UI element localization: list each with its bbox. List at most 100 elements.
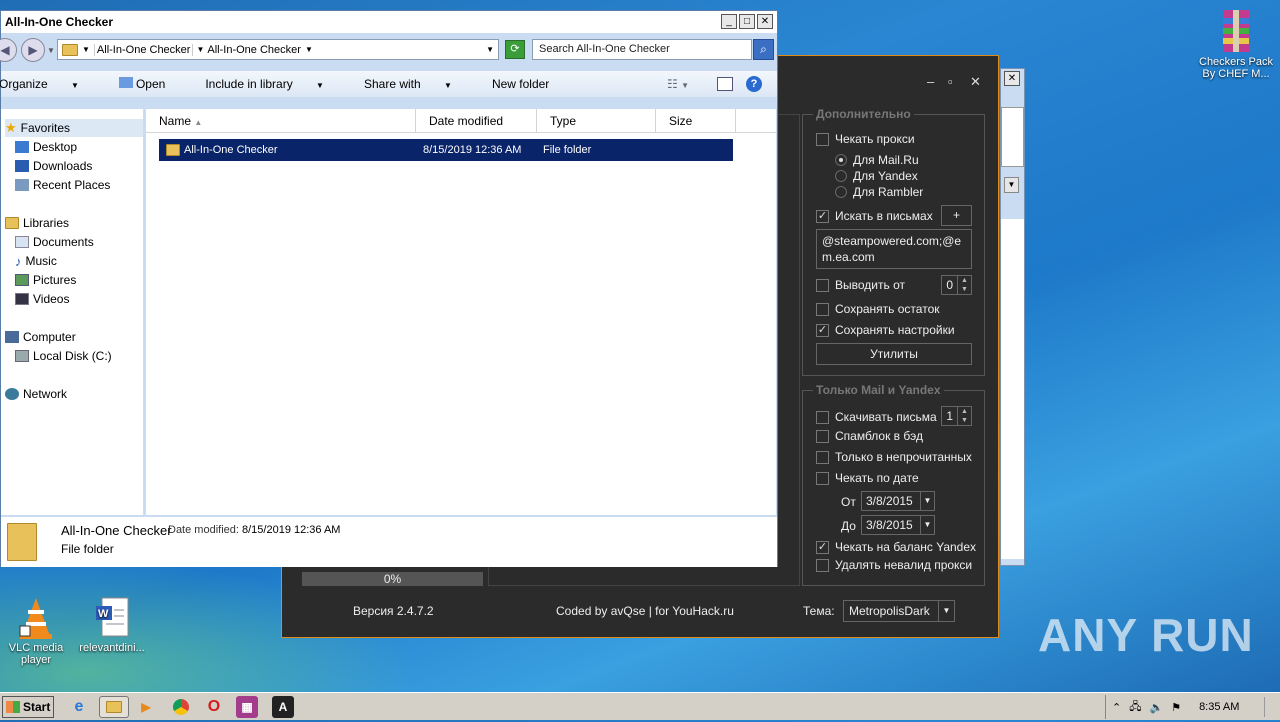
checkbox[interactable]	[816, 450, 829, 464]
output-from-stepper[interactable]: 0 ▲ ▼	[941, 275, 972, 295]
table-row[interactable]: All-In-One Checker 8/15/2019 12:36 AM Fi…	[159, 139, 733, 161]
volume-icon[interactable]: 🔈	[1149, 701, 1163, 714]
include-in-library-button[interactable]: Include in library ▼	[205, 77, 344, 91]
close-button[interactable]: ✕	[757, 14, 773, 29]
nav-network[interactable]: Network	[5, 385, 67, 403]
chevron-down-icon[interactable]: ▼	[920, 492, 934, 510]
checkbox[interactable]	[816, 278, 829, 292]
help-icon[interactable]: ?	[746, 76, 762, 92]
explorer-taskbar-button[interactable]	[99, 696, 129, 718]
checkmark-icon[interactable]: ✓	[816, 540, 829, 554]
checkbox[interactable]	[816, 429, 829, 443]
internet-explorer-icon[interactable]: e	[68, 696, 90, 718]
chevron-down-icon[interactable]: ▼	[938, 601, 954, 621]
checkbox[interactable]	[816, 302, 829, 316]
refresh-icon[interactable]: ⟳	[505, 40, 525, 59]
nav-downloads[interactable]: Downloads	[15, 157, 92, 175]
column-header-date[interactable]: Date modified	[416, 109, 537, 132]
chevron-down-icon[interactable]: ▼	[82, 45, 90, 54]
radio-rambler[interactable]: Для Rambler	[835, 185, 923, 199]
column-header-type[interactable]: Type	[537, 109, 656, 132]
nav-pictures[interactable]: Pictures	[15, 271, 76, 289]
close-icon[interactable]: ✕	[1004, 71, 1020, 86]
delete-invalid-option[interactable]: Удалять невалид прокси	[816, 558, 972, 572]
checkbox[interactable]	[816, 471, 829, 485]
checkmark-icon[interactable]: ✓	[816, 323, 829, 337]
unread-only-option[interactable]: Только в непрочитанных	[816, 450, 972, 464]
winrar-icon[interactable]: ▦	[236, 696, 258, 718]
nav-documents[interactable]: Documents	[15, 233, 94, 251]
chrome-icon[interactable]	[170, 696, 192, 718]
desktop-icon-vlc[interactable]: VLC media player	[0, 596, 76, 666]
column-header-name[interactable]: Name ▲	[146, 109, 416, 132]
close-button[interactable]: ✕	[970, 74, 981, 90]
view-options-icon[interactable]: ☷ ▼	[667, 77, 709, 91]
checkbox[interactable]	[816, 558, 829, 572]
date-from-picker[interactable]: 3/8/2015 ▼	[861, 491, 935, 511]
share-with-button[interactable]: Share with ▼	[364, 77, 472, 91]
maximize-button[interactable]: □	[739, 14, 755, 29]
preview-pane-icon[interactable]	[717, 77, 733, 91]
save-settings-option[interactable]: ✓ Сохранять настройки	[816, 323, 955, 337]
download-letters-option[interactable]: Скачивать письма	[816, 410, 937, 424]
nav-favorites[interactable]: ★ Favorites	[5, 119, 143, 137]
theme-select[interactable]: MetropolisDark ▼	[843, 600, 955, 622]
opera-icon[interactable]: O	[203, 696, 225, 718]
network-tray-icon[interactable]: 🖧	[1129, 698, 1141, 717]
radio-button[interactable]	[835, 170, 847, 182]
check-balance-option[interactable]: ✓ Чекать на баланс Yandex	[816, 540, 976, 554]
back-arrow-icon[interactable]: ◀	[0, 38, 17, 62]
minimize-button[interactable]: _	[721, 14, 737, 29]
search-letters-input[interactable]: @steampowered.com;@em.ea.com	[816, 229, 972, 269]
chevron-down-icon[interactable]: ▼	[47, 46, 55, 55]
minimize-button[interactable]: –	[927, 74, 934, 89]
search-input[interactable]: Search All-In-One Checker	[532, 39, 752, 60]
stepper-arrows-icon[interactable]: ▲ ▼	[957, 407, 971, 425]
search-letters-option[interactable]: ✓ Искать в письмах	[816, 209, 933, 223]
radio-button[interactable]	[835, 186, 847, 198]
open-button[interactable]: Open	[118, 77, 185, 91]
column-header-size[interactable]: Size	[656, 109, 736, 132]
chevron-down-icon[interactable]: ▼	[1004, 177, 1019, 193]
checkmark-icon[interactable]: ✓	[816, 209, 829, 223]
output-from-option[interactable]: Выводить от	[816, 278, 905, 292]
flag-icon[interactable]: ⚑	[1171, 701, 1181, 714]
check-by-date-option[interactable]: Чекать по дате	[816, 471, 919, 485]
nav-recent-places[interactable]: Recent Places	[15, 176, 110, 194]
nav-desktop[interactable]: Desktop	[15, 138, 77, 156]
stepper-arrows-icon[interactable]: ▲ ▼	[957, 276, 971, 294]
start-button[interactable]: Start	[2, 695, 54, 718]
breadcrumb-item[interactable]: All-In-One Checker	[207, 44, 301, 56]
show-desktop-button[interactable]	[1264, 697, 1276, 717]
show-hidden-icons-icon[interactable]: ⌃	[1112, 701, 1121, 714]
chevron-down-icon[interactable]: ▼	[920, 516, 934, 534]
nav-local-disk[interactable]: Local Disk (C:)	[15, 347, 112, 365]
utilities-button[interactable]: Утилиты	[816, 343, 972, 365]
address-bar[interactable]: ▼ All-In-One Checker ▼ All-In-One Checke…	[57, 39, 499, 60]
desktop-icon-word-doc[interactable]: W relevantdini...	[72, 596, 152, 654]
new-folder-button[interactable]: New folder	[492, 77, 549, 91]
save-rest-option[interactable]: Сохранять остаток	[816, 302, 940, 316]
maximize-button[interactable]: ▫	[948, 74, 953, 89]
checkbox[interactable]	[816, 132, 829, 146]
nav-videos[interactable]: Videos	[15, 290, 69, 308]
download-letters-stepper[interactable]: 1 ▲ ▼	[941, 406, 972, 426]
desktop-icon-checkers-pack[interactable]: Checkers Pack By CHEF M...	[1196, 8, 1276, 80]
chevron-down-icon[interactable]: ▼	[196, 45, 204, 54]
nav-computer[interactable]: Computer	[5, 328, 76, 346]
radio-mail-ru[interactable]: Для Mail.Ru	[835, 153, 919, 167]
nav-libraries[interactable]: Libraries	[5, 214, 69, 232]
nav-music[interactable]: ♪ Music	[15, 252, 57, 270]
checker-app-taskbar-icon[interactable]: A	[272, 696, 294, 718]
add-search-button[interactable]: +	[941, 205, 972, 226]
forward-arrow-icon[interactable]: ▶	[21, 38, 45, 62]
media-player-icon[interactable]: ▶	[135, 696, 157, 718]
radio-yandex[interactable]: Для Yandex	[835, 169, 918, 183]
search-icon[interactable]: ⌕	[753, 39, 774, 60]
date-to-picker[interactable]: 3/8/2015 ▼	[861, 515, 935, 535]
organize-button[interactable]: Organize ▼	[0, 77, 99, 91]
check-proxy-option[interactable]: Чекать прокси	[816, 132, 915, 146]
breadcrumb-item[interactable]: All-In-One Checker	[93, 43, 194, 56]
clock[interactable]: 8:35 AM	[1199, 701, 1239, 713]
address-dropdown-icon[interactable]: ▼	[486, 45, 494, 54]
